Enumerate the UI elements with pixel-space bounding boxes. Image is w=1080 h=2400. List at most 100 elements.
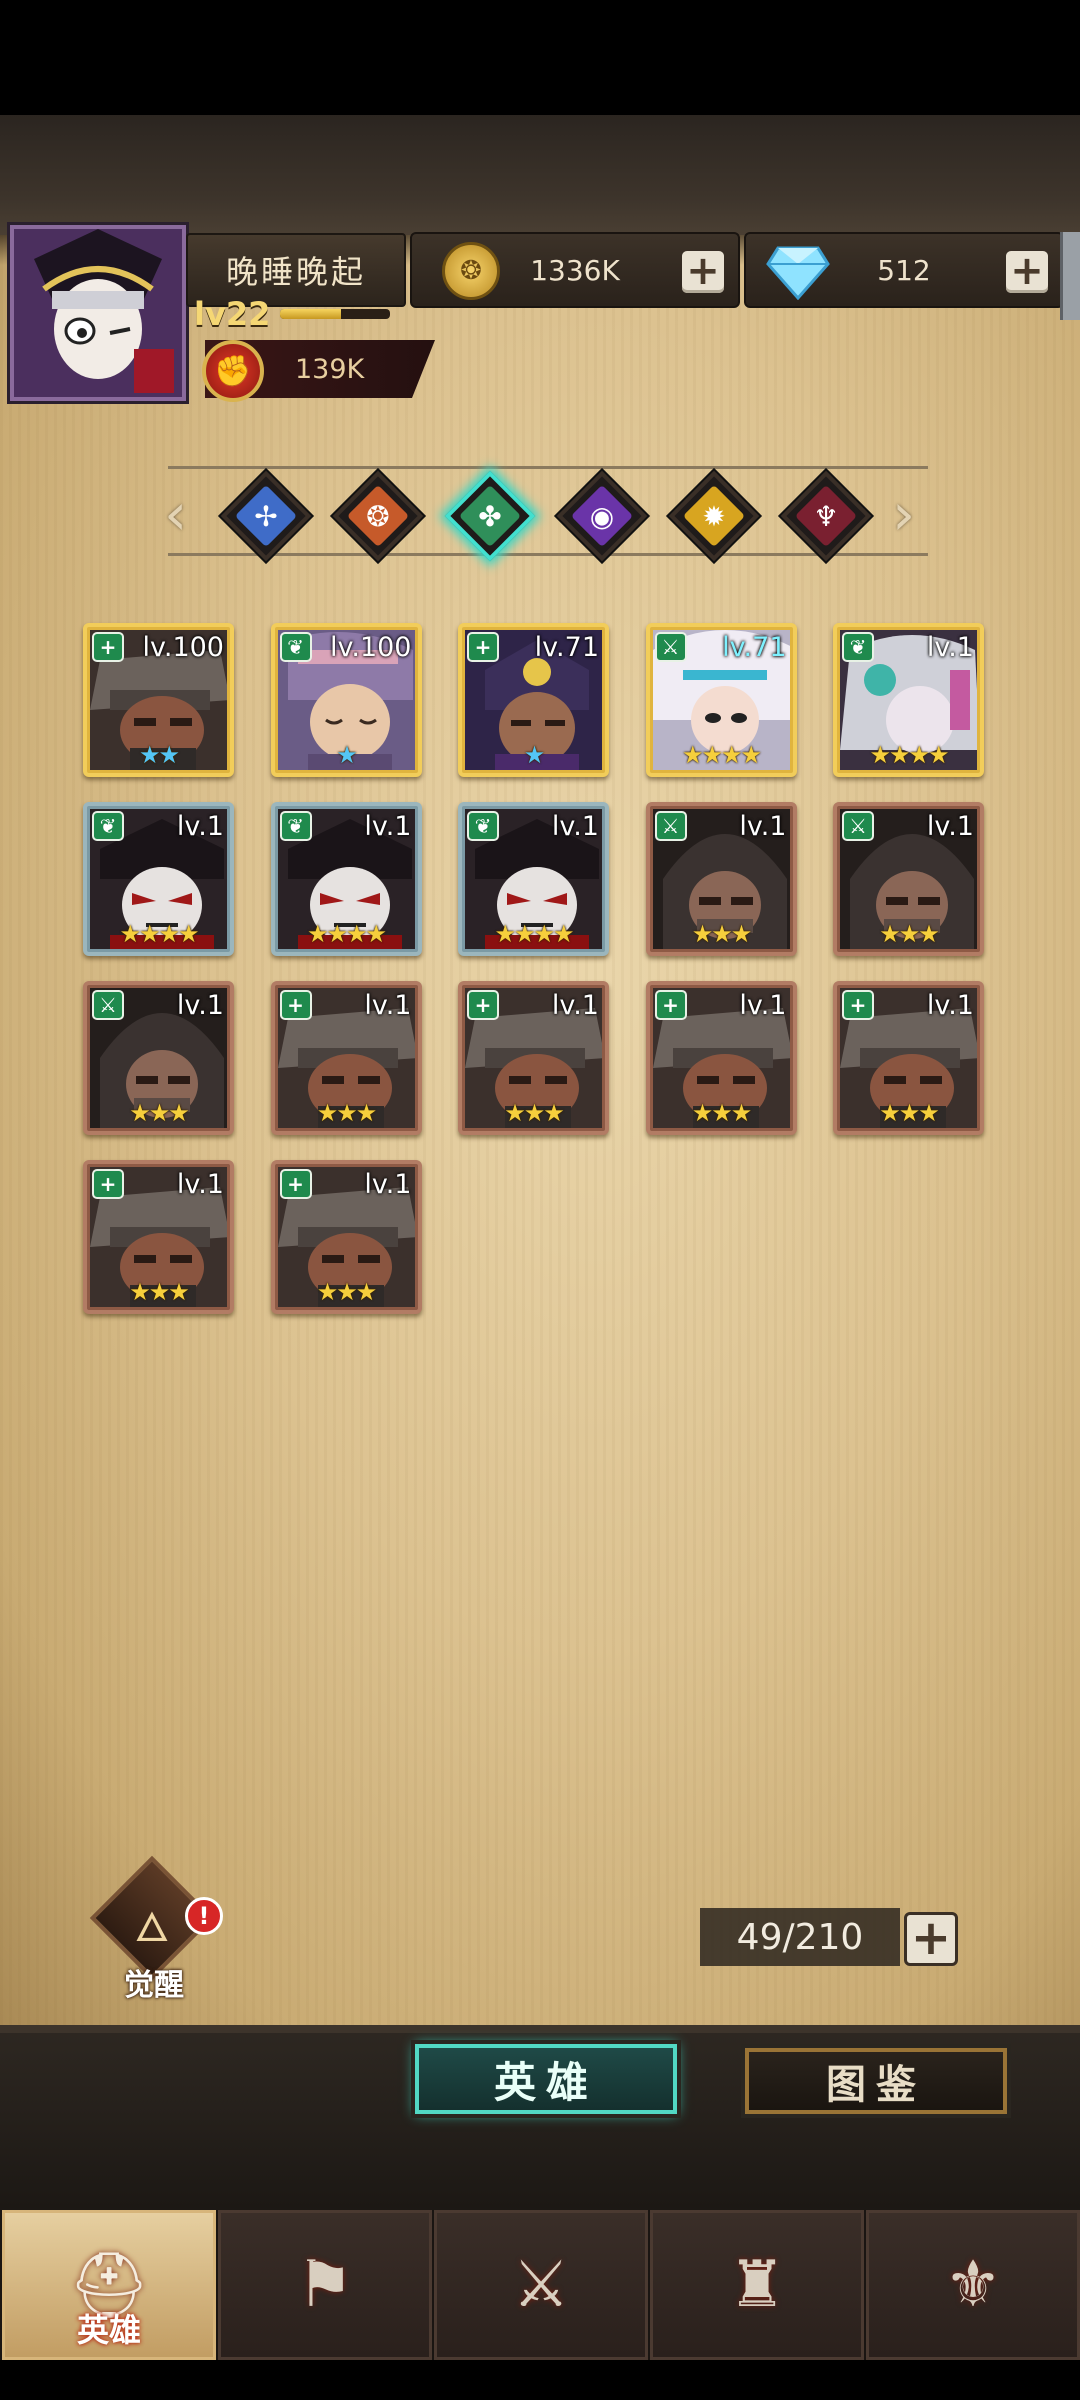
adventure-icon: ⚑ — [296, 2248, 354, 2322]
nav-battle[interactable]: ⚔ — [434, 2210, 648, 2360]
hero-stars: ★★★★ — [681, 741, 762, 769]
hero-level: lv.1 — [926, 990, 974, 1021]
tab-heroes[interactable]: 英雄 — [415, 2044, 677, 2114]
sword-class-icon: ⚔ — [654, 811, 687, 841]
top-band — [0, 115, 1080, 265]
plus-class-icon: + — [279, 990, 312, 1020]
hero-level: lv.1 — [739, 990, 787, 1021]
castle-icon: ♜ — [728, 2248, 786, 2322]
hero-level: lv.100 — [329, 632, 412, 663]
nav-adventure[interactable]: ⚑ — [218, 2210, 432, 2360]
hero-stars: ★★★ — [316, 1278, 378, 1306]
hero-card[interactable]: ❦ lv.1 ★★★★ — [83, 802, 234, 956]
power-value: 139K — [295, 353, 365, 385]
hero-capacity: 49/210 — [700, 1908, 900, 1966]
hero-level: lv.1 — [364, 1169, 412, 1200]
hero-stars: ★★★ — [691, 920, 753, 948]
leaf-class-icon: ❦ — [92, 811, 124, 841]
awaken-alert-badge: ! — [185, 1897, 223, 1935]
add-gold-button[interactable]: + — [682, 251, 724, 293]
player-xp-fill — [280, 309, 341, 319]
gem-value: 512 — [877, 253, 931, 287]
hero-stars: ★★★★ — [494, 920, 574, 948]
tab-codex[interactable]: 图鉴 — [745, 2048, 1007, 2114]
side-edge-tab[interactable] — [1060, 232, 1080, 320]
hero-level: lv.1 — [176, 1169, 224, 1200]
hero-stars: ★★★ — [316, 1099, 378, 1127]
nav-castle[interactable]: ♜ — [650, 2210, 864, 2360]
leaf-class-icon: ❦ — [279, 632, 312, 662]
hero-card[interactable]: + lv.1 ★★★ — [270, 1160, 422, 1314]
element-filter-shadow[interactable]: ◉ — [556, 470, 648, 562]
gold-value: 1336K — [530, 253, 620, 287]
player-avatar[interactable] — [10, 225, 186, 401]
sword-class-icon: ⚔ — [842, 811, 874, 841]
expand-capacity-button[interactable]: + — [904, 1912, 958, 1966]
hero-card[interactable]: ⚔ lv.71 ★★★★ — [645, 623, 797, 777]
hero-stars: ★★★ — [504, 1099, 565, 1127]
hero-level: lv.71 — [534, 632, 599, 663]
hero-card[interactable]: ⚔ lv.1 ★★★ — [645, 802, 797, 956]
hero-stars: ★★★ — [129, 1099, 190, 1127]
hero-stars: ★ — [523, 741, 546, 769]
sword-class-icon: ⚔ — [92, 990, 124, 1020]
plus-class-icon: + — [467, 990, 499, 1020]
hero-card[interactable]: + lv.1 ★★★ — [270, 981, 422, 1135]
filter-left-arrow-icon[interactable]: ‹ — [164, 480, 187, 548]
leaf-class-icon: ❦ — [467, 811, 499, 841]
hero-card[interactable]: ⚔ lv.1 ★★★ — [833, 802, 984, 956]
hero-card[interactable]: + lv.1 ★★★ — [458, 981, 609, 1135]
holy-element-icon: ✹ — [702, 499, 726, 533]
element-filter-light[interactable]: ✢ — [220, 470, 312, 562]
hero-card[interactable]: ❦ lv.100 ★ — [270, 623, 422, 777]
hero-card[interactable]: ❦ lv.1 ★★★★ — [458, 802, 609, 956]
filter-right-arrow-icon[interactable]: › — [892, 480, 915, 548]
guild-icon: ⚜ — [944, 2248, 1002, 2322]
element-filter-nature[interactable]: ✤ — [444, 470, 536, 562]
hero-card[interactable]: ❦ lv.1 ★★★★ — [833, 623, 984, 777]
hero-level: lv.1 — [551, 990, 599, 1021]
hero-card[interactable]: ⚔ lv.1 ★★★ — [83, 981, 234, 1135]
nature-element-icon: ✤ — [478, 499, 502, 533]
plus-class-icon: + — [92, 1169, 124, 1199]
plus-class-icon: + — [467, 632, 499, 662]
hero-stars: ★★★★ — [119, 920, 199, 948]
hero-stars: ★★★ — [879, 920, 940, 948]
element-filter-holy[interactable]: ✹ — [668, 470, 760, 562]
nav-label: 英雄 — [76, 2311, 141, 2349]
nav-guild[interactable]: ⚜ — [866, 2210, 1080, 2360]
awaken-label: 觉醒 — [124, 1968, 184, 2003]
element-filter-blood[interactable]: ♆ — [780, 470, 872, 562]
plus-class-icon: + — [842, 990, 874, 1020]
power-fist-icon: ✊ — [202, 340, 264, 402]
hero-level: lv.1 — [551, 811, 599, 842]
element-filter-fire[interactable]: ❂ — [332, 470, 424, 562]
blood-element-icon: ♆ — [813, 499, 839, 533]
hero-level: lv.71 — [722, 632, 787, 663]
hero-level: lv.1 — [176, 990, 224, 1021]
hero-card[interactable]: + lv.1 ★★★ — [645, 981, 797, 1135]
shadow-element-icon: ◉ — [589, 499, 615, 533]
sword-class-icon: ⚔ — [654, 632, 687, 662]
hero-card[interactable]: + lv.1 ★★★ — [83, 1160, 234, 1314]
fire-element-icon: ❂ — [366, 499, 390, 533]
hero-stars: ★★ — [138, 741, 180, 769]
add-gems-button[interactable]: + — [1006, 251, 1048, 293]
player-level: lv22 — [194, 295, 271, 333]
status-bar — [0, 0, 1080, 115]
hero-card[interactable]: + lv.1 ★★★ — [833, 981, 984, 1135]
hero-level: lv.100 — [142, 632, 224, 663]
battle-icon: ⚔ — [512, 2248, 570, 2322]
plus-class-icon: + — [92, 632, 124, 662]
hero-card[interactable]: ❦ lv.1 ★★★★ — [270, 802, 422, 956]
player-xp-bar — [280, 309, 390, 319]
hero-stars: ★★★★ — [306, 920, 387, 948]
light-element-icon: ✢ — [254, 499, 278, 533]
plus-class-icon: + — [654, 990, 687, 1020]
nav-heroes[interactable]: ⛑ 英雄 — [2, 2210, 216, 2360]
hero-card[interactable]: + lv.100 ★★ — [83, 623, 234, 777]
gem-currency: 512 + — [744, 232, 1064, 308]
hero-card[interactable]: + lv.71 ★ — [458, 623, 609, 777]
hero-level: lv.1 — [926, 811, 974, 842]
hero-stars: ★★★ — [129, 1278, 190, 1306]
